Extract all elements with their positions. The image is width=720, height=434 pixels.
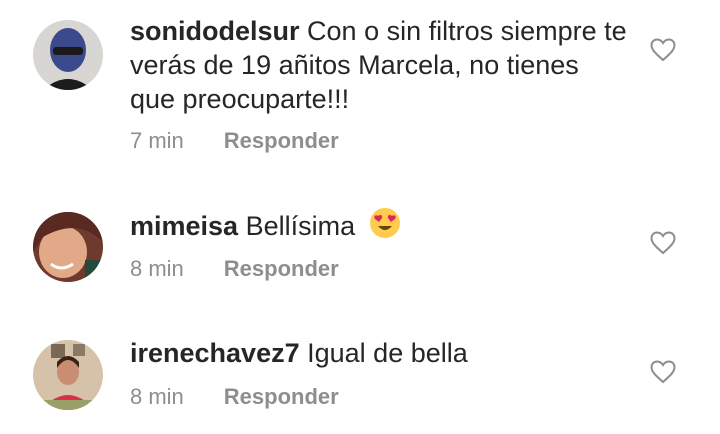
profile-photo-icon	[33, 20, 103, 90]
comment-body: Bellísima	[245, 211, 356, 241]
avatar[interactable]	[33, 212, 103, 282]
comment-text: mimeisa Bellísima	[130, 207, 630, 243]
comment-time: 7 min	[130, 128, 184, 153]
comment-item: sonidodelsur Con o sin filtros siempre t…	[0, 0, 720, 180]
comment-username[interactable]: irenechavez7	[130, 338, 300, 368]
reply-button[interactable]: Responder	[224, 256, 339, 282]
avatar[interactable]	[33, 340, 103, 410]
comment-text: irenechavez7 Igual de bella	[130, 336, 630, 370]
comment-item: irenechavez7 Igual de bella 8 min Respon…	[0, 310, 720, 434]
comment-time: 8 min	[130, 384, 184, 409]
comment-text: sonidodelsur Con o sin filtros siempre t…	[130, 14, 630, 116]
reply-button[interactable]: Responder	[224, 128, 339, 154]
reply-button[interactable]: Responder	[224, 384, 339, 410]
comment-item: mimeisa Bellísima 8 min Responder	[0, 180, 720, 310]
profile-photo-icon	[33, 340, 103, 410]
heart-eyes-emoji-icon	[369, 208, 400, 238]
heart-icon[interactable]	[650, 231, 676, 255]
profile-photo-icon	[33, 212, 103, 282]
comment-time: 8 min	[130, 256, 184, 281]
comment-username[interactable]: sonidodelsur	[130, 16, 300, 46]
comment-username[interactable]: mimeisa	[130, 211, 238, 241]
heart-icon[interactable]	[650, 38, 676, 62]
avatar[interactable]	[33, 20, 103, 90]
comment-body: Igual de bella	[307, 338, 468, 368]
heart-icon[interactable]	[650, 360, 676, 384]
